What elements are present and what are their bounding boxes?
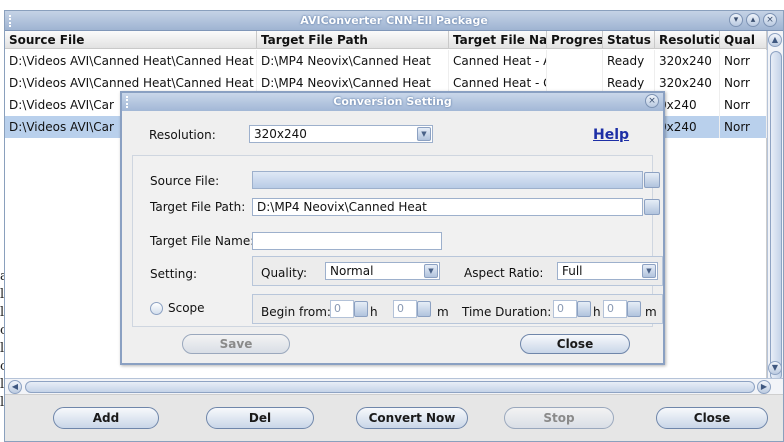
quality-value: Normal: [330, 264, 374, 278]
action-bar: Add Del Convert Now Stop Close: [5, 394, 783, 441]
target-name-label: Target File Name:: [150, 234, 255, 248]
cell-source: D:\Videos AVI\Canned Heat\Canned Heat -: [5, 50, 257, 72]
convert-now-button[interactable]: Convert Now: [356, 407, 468, 429]
scroll-right-icon[interactable]: ▶: [757, 380, 771, 394]
cell-quality: Norr: [720, 50, 767, 72]
column-header-resolution[interactable]: Resolution: [655, 31, 720, 49]
scroll-up-icon[interactable]: ▲: [768, 33, 782, 47]
column-header-target-path[interactable]: Target File Path: [257, 31, 449, 49]
begin-minutes-unit: m: [437, 305, 449, 319]
minimize-icon[interactable]: ▾: [729, 13, 743, 27]
setting-label: Setting:: [150, 267, 198, 281]
source-file-field[interactable]: [252, 171, 643, 189]
maximize-icon[interactable]: ▴: [746, 13, 760, 27]
cell-resolution: 320x240: [655, 50, 720, 72]
cell-status: Ready: [603, 50, 655, 72]
duration-minutes-unit: m: [645, 305, 657, 319]
setting-group: Quality: Normal ▼ Aspect Ratio: Full ▼: [252, 256, 663, 286]
source-browse-icon[interactable]: [644, 172, 660, 188]
chevron-down-icon: ▼: [424, 264, 438, 278]
aspect-ratio-label: Aspect Ratio:: [464, 266, 544, 280]
target-name-field[interactable]: [252, 232, 442, 250]
target-path-label: Target File Path:: [150, 200, 246, 214]
duration-hours-field[interactable]: 0: [553, 300, 577, 318]
resolution-select[interactable]: 320x240 ▼: [249, 125, 433, 143]
resolution-label: Resolution:: [149, 128, 216, 142]
source-file-label: Source File:: [150, 174, 220, 188]
begin-hours-unit: h: [370, 305, 378, 319]
close-button[interactable]: Close: [656, 407, 768, 429]
dialog-close-icon[interactable]: ×: [645, 94, 659, 108]
quality-label: Quality:: [261, 266, 308, 280]
scope-checkbox[interactable]: [150, 302, 163, 315]
vertical-scroll-thumb[interactable]: [770, 51, 782, 381]
cell-quality: Norr: [720, 72, 767, 94]
column-header-quality[interactable]: Qual: [720, 31, 767, 49]
column-header-progress[interactable]: Progress: [547, 31, 603, 49]
vertical-scrollbar[interactable]: ▲ ▼: [767, 31, 783, 381]
chevron-down-icon: ▼: [642, 264, 656, 278]
duration-minutes-spinner[interactable]: [627, 301, 641, 317]
resolution-value: 320x240: [254, 127, 307, 141]
cell-target-path: D:\MP4 Neovix\Canned Heat: [257, 50, 449, 72]
help-link[interactable]: Help: [593, 127, 629, 143]
dialog-title: Conversion Setting: [333, 95, 452, 108]
duration-hours-unit: h: [593, 305, 601, 319]
duration-minutes-field[interactable]: 0: [603, 300, 627, 318]
cell-quality: Norr: [720, 116, 767, 138]
settings-panel: Source File: Target File Path: D:\MP4 Ne…: [132, 155, 663, 327]
scroll-down-icon[interactable]: ▼: [768, 361, 782, 375]
quality-select[interactable]: Normal ▼: [325, 262, 440, 280]
duration-hours-spinner[interactable]: [577, 301, 591, 317]
scope-label: Scope: [168, 301, 205, 315]
chevron-down-icon: ▼: [417, 127, 431, 141]
column-header-source-file[interactable]: Source File: [5, 31, 257, 49]
horizontal-scroll-thumb[interactable]: [25, 381, 755, 393]
cell-quality: Norr: [720, 94, 767, 116]
begin-hours-spinner[interactable]: [354, 301, 368, 317]
cell-target-name: Canned Heat - A: [449, 50, 547, 72]
aspect-ratio-value: Full: [562, 264, 583, 278]
cell-progress: [547, 50, 603, 72]
window-title: AVIConverter CNN-Ell Package: [300, 14, 488, 27]
target-path-field[interactable]: D:\MP4 Neovix\Canned Heat: [252, 198, 643, 216]
close-icon[interactable]: ×: [763, 13, 777, 27]
horizontal-scrollbar[interactable]: ◀ ▶: [5, 378, 783, 394]
begin-minutes-field[interactable]: 0: [393, 300, 417, 318]
add-button[interactable]: Add: [53, 407, 159, 429]
begin-from-label: Begin from:: [261, 305, 331, 319]
save-button[interactable]: Save: [182, 334, 290, 354]
dialog-close-button[interactable]: Close: [520, 334, 630, 354]
table-row[interactable]: D:\Videos AVI\Canned Heat\Canned Heat - …: [5, 50, 767, 72]
column-header-target-name[interactable]: Target File Name: [449, 31, 547, 49]
time-duration-label: Time Duration:: [462, 305, 552, 319]
begin-hours-field[interactable]: 0: [330, 300, 354, 318]
column-header-status[interactable]: Status: [603, 31, 655, 49]
begin-minutes-spinner[interactable]: [417, 301, 431, 317]
target-browse-icon[interactable]: [644, 199, 660, 215]
dialog-titlebar[interactable]: Conversion Setting ×: [122, 93, 663, 111]
window-titlebar[interactable]: AVIConverter CNN-Ell Package ▾ ▴ ×: [5, 11, 783, 31]
stop-button[interactable]: Stop: [504, 407, 614, 429]
del-button[interactable]: Del: [206, 407, 314, 429]
scroll-left-icon[interactable]: ◀: [8, 380, 22, 394]
scope-group: Begin from: 0 h 0 m Time Duration: 0 h 0…: [252, 294, 663, 324]
conversion-setting-dialog: Conversion Setting × Resolution: 320x240…: [120, 91, 665, 365]
aspect-ratio-select[interactable]: Full ▼: [557, 262, 658, 280]
